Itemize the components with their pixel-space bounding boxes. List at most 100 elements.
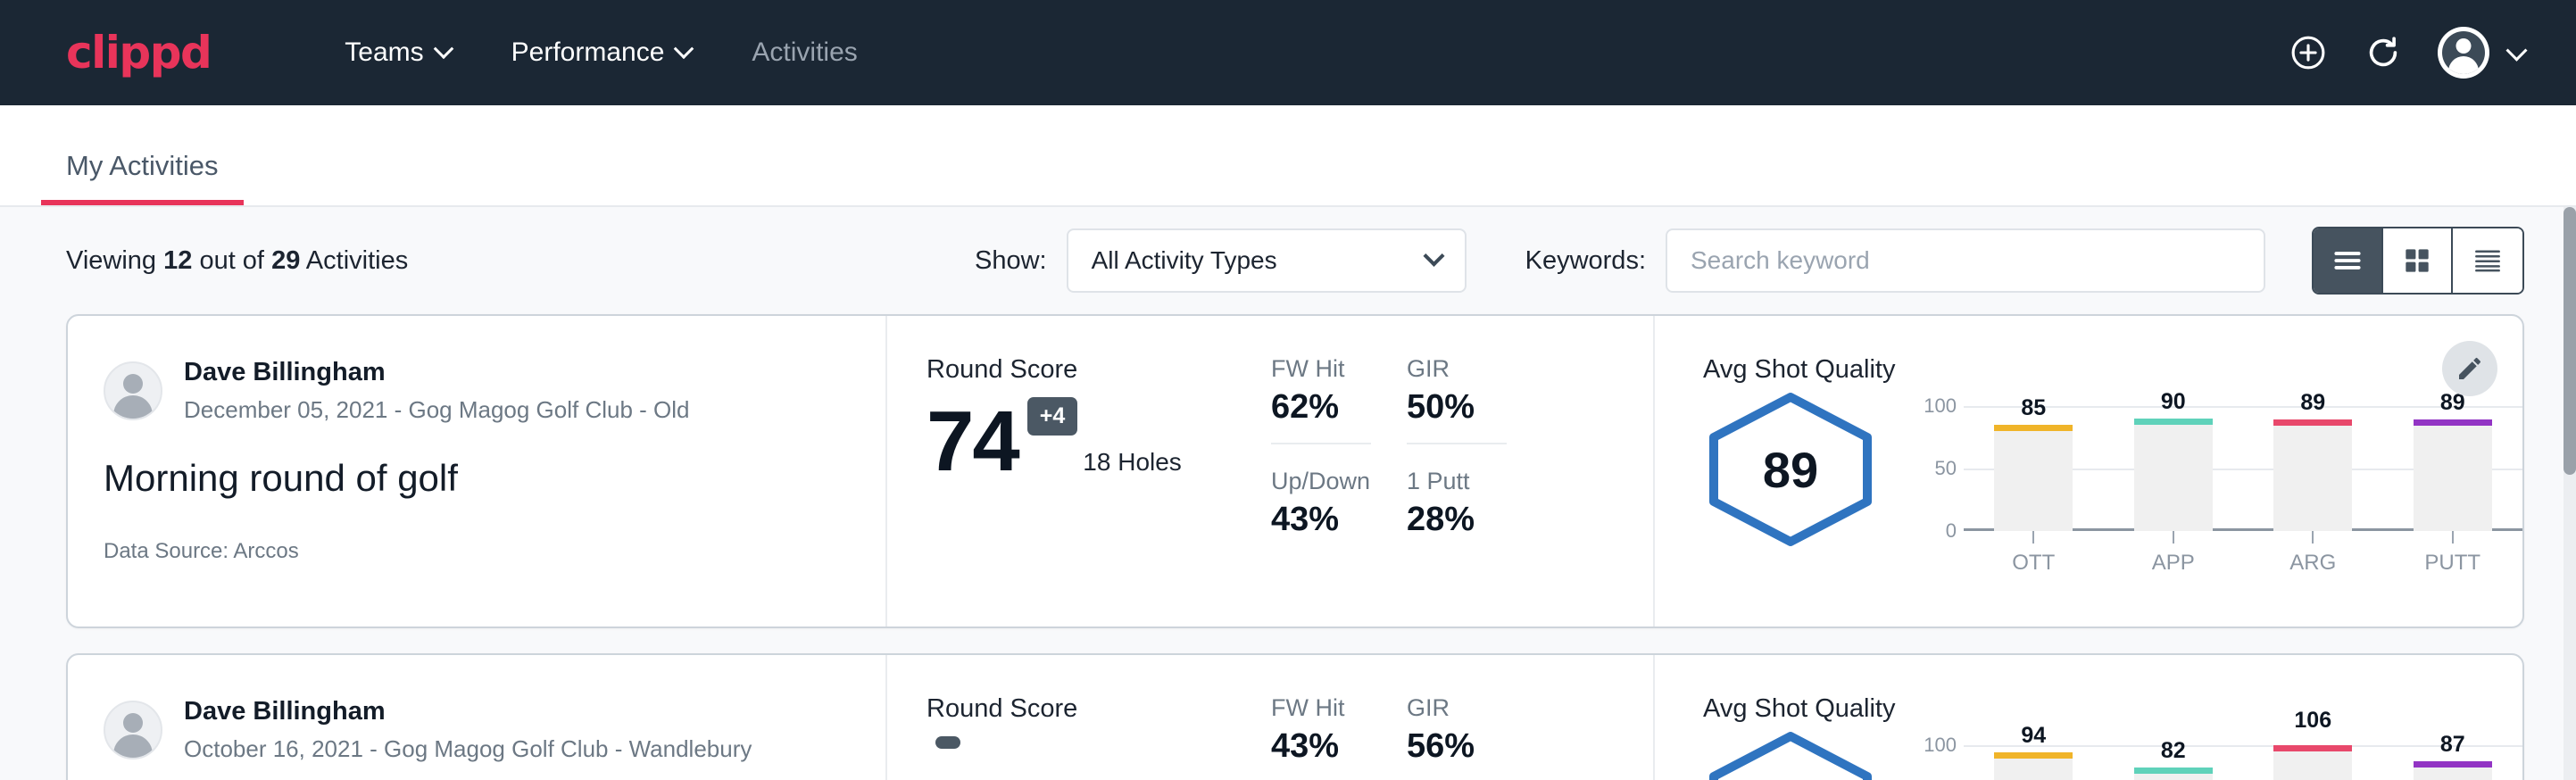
- primary-nav: Teams Performance Activities: [314, 37, 887, 68]
- page-scrollbar-thumb[interactable]: [2564, 207, 2576, 475]
- tab-my-activities-label: My Activities: [66, 150, 219, 181]
- add-icon[interactable]: [2288, 32, 2329, 73]
- nav-actions: [2288, 27, 2524, 79]
- round-score-value: 74: [927, 401, 1018, 482]
- refresh-icon[interactable]: [2363, 32, 2404, 73]
- chevron-down-icon: [2505, 39, 2527, 61]
- bar-value-label: 87: [2414, 732, 2492, 758]
- avg-shot-quality-label: Avg Shot Quality: [1703, 694, 2522, 724]
- round-score-label: Round Score: [927, 694, 1271, 724]
- edit-activity-button[interactable]: [2442, 341, 2497, 396]
- nav-item-performance[interactable]: Performance: [481, 37, 722, 68]
- bar-value-label: 90: [2134, 389, 2213, 415]
- player-name: Dave Billingham: [184, 355, 690, 390]
- activity-meta: December 05, 2021 - Gog Magog Golf Club …: [184, 394, 690, 426]
- bar-value-label: 106: [2273, 708, 2352, 734]
- stat-value: 28%: [1407, 501, 1507, 555]
- activity-identity-block: Dave Billingham December 05, 2021 - Gog …: [68, 316, 887, 626]
- chevron-down-icon: [433, 38, 453, 59]
- tab-my-activities[interactable]: My Activities: [41, 150, 244, 205]
- x-tick-label: OTT: [1994, 551, 2073, 576]
- chart-plot-area: 94 82 106: [1964, 745, 2522, 780]
- stat-label: 1 Putt: [1407, 468, 1507, 495]
- round-stats-grid: FW Hit 62% Up/Down 43% GIR 50% 1 Putt 28…: [1271, 316, 1655, 626]
- nav-item-activities[interactable]: Activities: [721, 37, 887, 68]
- stat-value: 62%: [1271, 388, 1371, 444]
- view-grid-button[interactable]: [2383, 228, 2453, 293]
- keywords-label: Keywords:: [1525, 246, 1646, 276]
- bar-group-putt: 89: [2414, 406, 2492, 531]
- bar-value-label: 94: [1994, 723, 2073, 749]
- player-avatar-icon: [104, 701, 162, 759]
- chart-y-axis: 100 50 0: [1914, 745, 1964, 780]
- activity-meta: October 16, 2021 - Gog Magog Golf Club -…: [184, 733, 752, 765]
- activity-type-select-value: All Activity Types: [1092, 246, 1277, 275]
- activity-identity-block: Dave Billingham October 16, 2021 - Gog M…: [68, 655, 887, 780]
- bar-group-app: 90: [2134, 406, 2213, 531]
- activity-data-source: Data Source: Arccos: [104, 539, 885, 564]
- activity-card[interactable]: Dave Billingham December 05, 2021 - Gog …: [66, 314, 2524, 628]
- round-stats-grid: FW Hit 43% GIR 56%: [1271, 655, 1655, 780]
- bar-value-label: 89: [2273, 390, 2352, 416]
- player-identity: Dave Billingham October 16, 2021 - Gog M…: [104, 694, 885, 766]
- round-score-block: Round Score 74 +4 18 Holes: [887, 316, 1271, 626]
- y-tick-label: 0: [1946, 519, 1957, 543]
- y-tick-label: 100: [1924, 394, 1957, 418]
- view-mode-toggle-group: [2312, 227, 2524, 295]
- stat-label: Up/Down: [1271, 468, 1371, 495]
- bar-group-ott: 85: [1994, 406, 2073, 531]
- avg-shot-quality-block: Avg Shot Quality 100 50: [1655, 655, 2522, 780]
- search-input[interactable]: [1666, 228, 2265, 293]
- stat-label: FW Hit: [1271, 694, 1371, 722]
- nav-item-teams[interactable]: Teams: [314, 37, 480, 68]
- chart-x-axis: OTT APP ARG PUTT: [1964, 531, 2522, 576]
- stat-value: 50%: [1407, 388, 1507, 444]
- page-scrollbar[interactable]: [2564, 207, 2576, 780]
- activity-title: Morning round of golf: [104, 457, 885, 500]
- x-tick-label: APP: [2134, 551, 2213, 576]
- view-list-button[interactable]: [2314, 228, 2383, 293]
- account-avatar[interactable]: [2438, 27, 2524, 79]
- viewing-count: 12: [163, 246, 192, 275]
- viewing-mid: out of: [199, 246, 264, 275]
- stat-label: FW Hit: [1271, 355, 1371, 383]
- avg-shot-quality-label: Avg Shot Quality: [1703, 355, 2522, 385]
- score-differential-badge: +4: [1027, 397, 1078, 436]
- stat-label: GIR: [1407, 694, 1507, 722]
- y-tick-label: 100: [1924, 734, 1957, 757]
- player-identity: Dave Billingham December 05, 2021 - Gog …: [104, 355, 885, 427]
- filter-toolbar: Viewing 12 out of 29 Activities Show: Al…: [0, 207, 2576, 314]
- app-logo[interactable]: clippd: [66, 30, 211, 75]
- page-tabbar: My Activities: [0, 105, 2576, 207]
- x-tick-label: ARG: [2273, 551, 2352, 576]
- avg-shot-quality-block: Avg Shot Quality 89 100 50: [1655, 316, 2522, 626]
- nav-item-performance-label: Performance: [511, 37, 665, 68]
- chart-plot-area: 85 90 89: [1964, 406, 2522, 531]
- quality-hexagon: [1703, 729, 1890, 780]
- player-name: Dave Billingham: [184, 694, 752, 729]
- chart-y-axis: 100 50 0: [1914, 406, 1964, 531]
- stat-value: 43%: [1271, 727, 1371, 780]
- view-compact-button[interactable]: [2453, 228, 2522, 293]
- viewing-total: 29: [271, 246, 300, 275]
- activity-card[interactable]: Dave Billingham October 16, 2021 - Gog M…: [66, 653, 2524, 780]
- chevron-down-icon: [1423, 245, 1444, 266]
- bar-group-putt: 87: [2414, 745, 2492, 780]
- filter-controls: Show: All Activity Types Keywords:: [975, 227, 2524, 295]
- stat-label: GIR: [1407, 355, 1507, 383]
- avatar: [2438, 27, 2489, 79]
- nav-item-activities-label: Activities: [752, 37, 857, 68]
- activity-type-select[interactable]: All Activity Types: [1067, 228, 1467, 293]
- activity-card-list: Dave Billingham December 05, 2021 - Gog …: [0, 314, 2576, 780]
- bar-group-app: 82: [2134, 745, 2213, 780]
- bar-group-ott: 94: [1994, 745, 2073, 780]
- nav-item-teams-label: Teams: [345, 37, 423, 68]
- round-score-label: Round Score: [927, 355, 1271, 385]
- score-differential-badge: [935, 736, 960, 749]
- quality-hexagon-value: [1703, 729, 1878, 780]
- round-score-block: Round Score: [887, 655, 1271, 780]
- bar-value-label: 85: [1994, 395, 2073, 421]
- chevron-down-icon: [674, 38, 694, 59]
- shot-quality-bar-chart: 100 50 0 94: [1890, 729, 2522, 780]
- bar-group-arg: 89: [2273, 406, 2352, 531]
